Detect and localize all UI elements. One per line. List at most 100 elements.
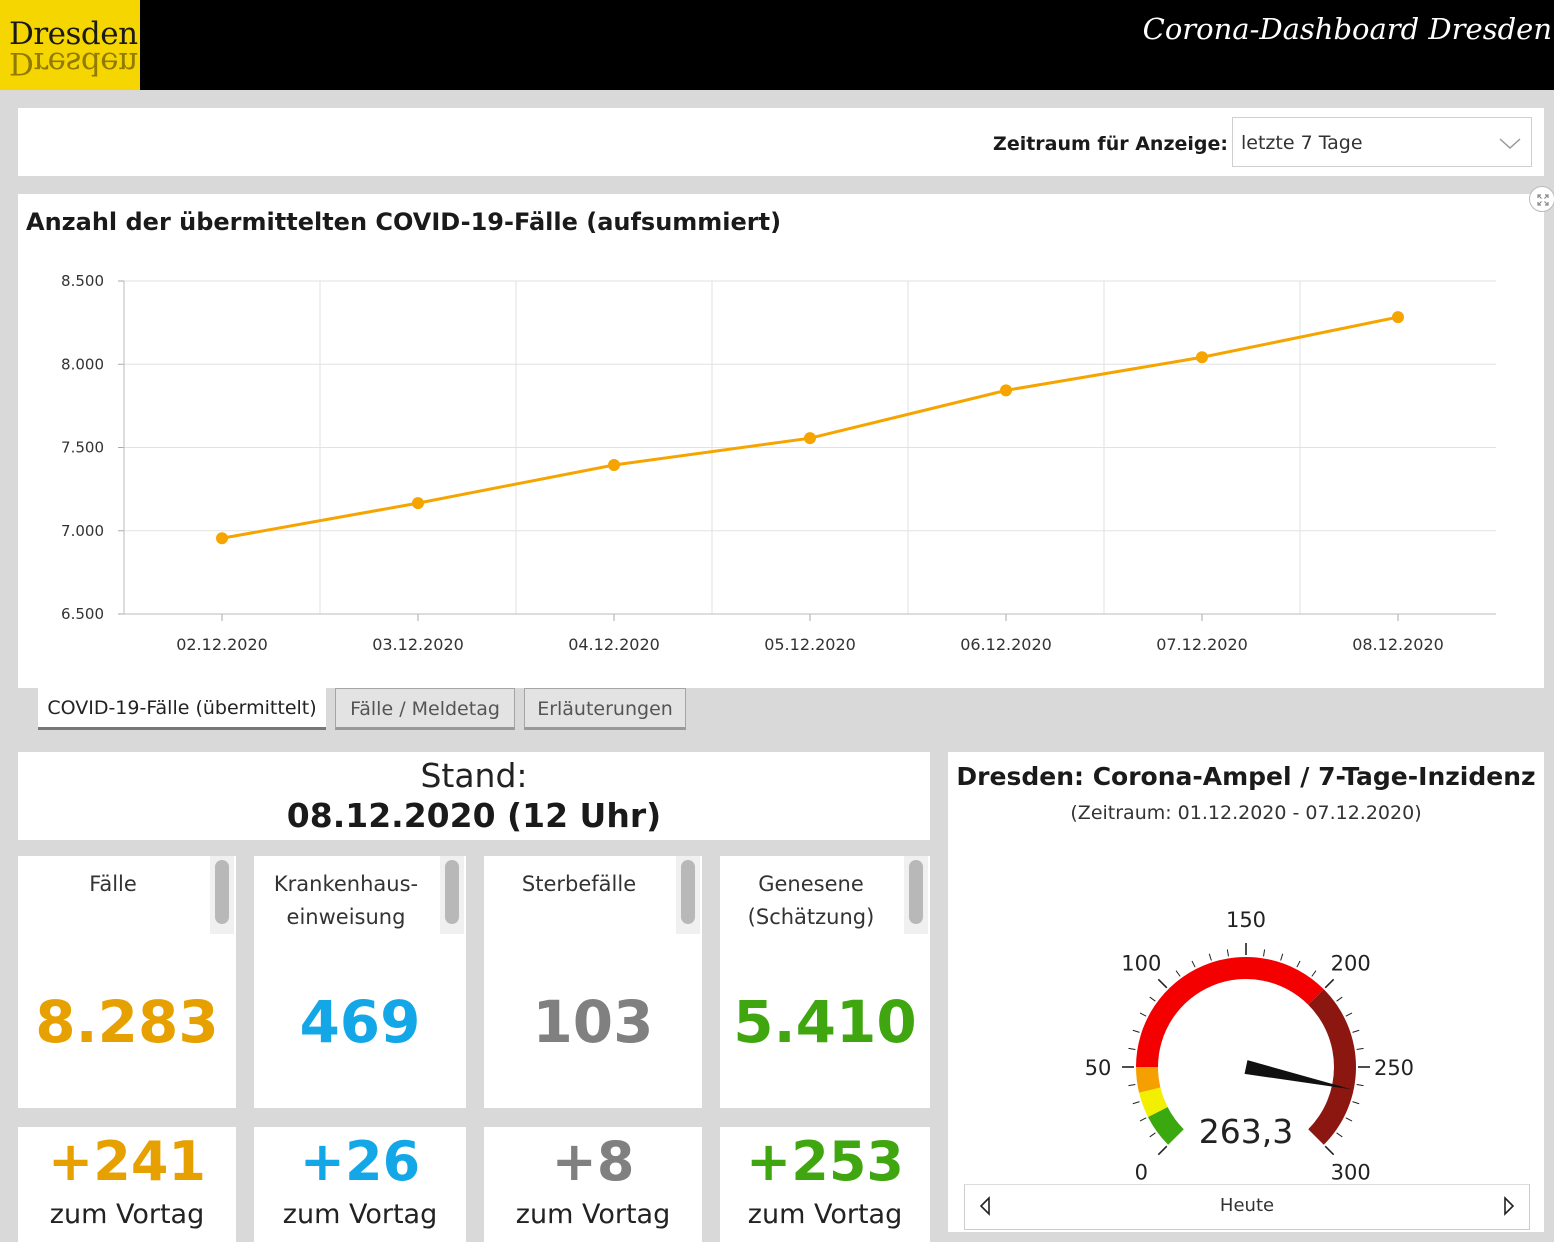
- x-tick-label: 07.12.2020: [1156, 635, 1248, 654]
- kpi-label: Fälle: [89, 872, 137, 896]
- kpi-card-recovered: Genesene (Schätzung) 5.410: [720, 856, 930, 1108]
- gauge-band: [1136, 957, 1324, 1067]
- kpi-value: 103: [532, 988, 654, 1056]
- gauge-tick-label: 150: [1226, 908, 1266, 932]
- gauge-tick: [1345, 1117, 1353, 1122]
- kpi-label: Sterbefälle: [521, 872, 637, 896]
- data-point: [216, 532, 228, 545]
- status-label: Stand:: [420, 756, 528, 795]
- kpi-value: 8.283: [35, 988, 219, 1056]
- x-tick-label: 08.12.2020: [1352, 635, 1444, 654]
- next-arrow-icon[interactable]: [1503, 1196, 1515, 1216]
- kpi-label: Genesene (Schätzung): [747, 872, 875, 929]
- gauge-tick: [1280, 953, 1284, 961]
- tab-explanations[interactable]: Erläuterungen: [524, 688, 686, 730]
- gauge-tick: [1132, 1029, 1140, 1033]
- x-tick-label: 03.12.2020: [372, 635, 464, 654]
- gauge-tick: [1128, 1084, 1136, 1087]
- gauge-tick: [1157, 978, 1168, 989]
- y-tick-label: 6.500: [61, 605, 104, 623]
- data-point: [804, 432, 816, 445]
- gauge-tick: [1226, 949, 1229, 957]
- gauge-tick: [1175, 970, 1181, 977]
- gauge-tick: [1336, 1132, 1343, 1138]
- tab-cases-per-day[interactable]: Fälle / Meldetag: [335, 688, 515, 730]
- gauge-tick: [1128, 1047, 1136, 1050]
- filter-panel: Zeitraum für Anzeige: letzte 7 Tage: [18, 108, 1544, 176]
- series-line: [221, 315, 1399, 540]
- gauge-tick: [1356, 1084, 1364, 1087]
- expand-button[interactable]: [1529, 186, 1554, 212]
- kpi-value: 5.410: [733, 988, 917, 1056]
- delta-label: zum Vortag: [282, 1199, 438, 1230]
- gauge-tick: [1149, 996, 1156, 1002]
- expand-icon: [1537, 194, 1549, 206]
- gauge-tick: [1132, 1101, 1140, 1105]
- incidence-gauge-panel: Dresden: Corona-Ampel / 7-Tage-Inzidenz …: [948, 752, 1544, 1232]
- cases-line-chart: 6.500 7.000 7.500 8.000 8.500 02.12.2020 03.12…: [61, 272, 1496, 654]
- status-panel: Stand: 08.12.2020 (12 Uhr): [18, 752, 930, 840]
- data-point: [1000, 384, 1012, 397]
- delta-card-hospital: +26 zum Vortag: [254, 1127, 466, 1242]
- delta-value: +8: [551, 1130, 635, 1193]
- gauge-tick-label: 50: [1085, 1056, 1112, 1080]
- delta-value: +253: [746, 1130, 904, 1193]
- delta-card-deaths: +8 zum Vortag: [484, 1127, 702, 1242]
- kpi-scrollbar[interactable]: [440, 856, 464, 934]
- kpi-card-hospital: Krankenhaus-einweisung 469: [254, 856, 466, 1108]
- x-tick-label: 05.12.2020: [764, 635, 856, 654]
- x-tick-label: 04.12.2020: [568, 635, 660, 654]
- gauge-tick: [1352, 1029, 1360, 1033]
- data-point: [608, 458, 620, 471]
- gauge-tick: [1263, 949, 1266, 957]
- kpi-value: 469: [299, 988, 421, 1056]
- gauge-tick-label: 0: [1135, 1161, 1148, 1182]
- chevron-down-icon: [1499, 138, 1521, 150]
- data-point: [412, 497, 424, 510]
- gauge-tick: [1139, 1012, 1147, 1017]
- gauge-tick-label: 100: [1121, 951, 1161, 975]
- delta-label: zum Vortag: [515, 1199, 671, 1230]
- x-tick-label: 02.12.2020: [176, 635, 268, 654]
- gauge-tick: [1336, 996, 1343, 1002]
- kpi-scrollbar[interactable]: [676, 856, 700, 934]
- dresden-logo[interactable]: Dresden. Dresden.: [0, 0, 140, 90]
- kpi-scrollbar[interactable]: [904, 856, 928, 934]
- gauge-tick: [1311, 970, 1317, 977]
- delta-card-cases: +241 zum Vortag: [18, 1127, 236, 1242]
- delta-label: zum Vortag: [747, 1199, 903, 1230]
- tab-covid-cases[interactable]: COVID-19-Fälle (übermittelt): [38, 688, 326, 730]
- gauge-tick-label: 250: [1374, 1056, 1414, 1080]
- delta-value: +241: [48, 1130, 206, 1193]
- gauge-tick: [1157, 1145, 1168, 1156]
- y-tick-label: 8.500: [61, 272, 104, 290]
- kpi-card-deaths: Sterbefälle 103: [484, 856, 702, 1108]
- period-select[interactable]: letzte 7 Tage: [1232, 117, 1532, 167]
- kpi-scrollbar[interactable]: [210, 856, 234, 934]
- delta-value: +26: [299, 1130, 421, 1193]
- gauge-tick: [1139, 1117, 1147, 1122]
- delta-label: zum Vortag: [49, 1199, 205, 1230]
- gauge-band: [1308, 989, 1356, 1145]
- status-date: 08.12.2020 (12 Uhr): [286, 796, 662, 835]
- y-tick-label: 8.000: [61, 355, 104, 373]
- cases-chart-panel: Anzahl der übermittelten COVID-19-Fälle …: [18, 194, 1544, 688]
- gauge-value: 263,3: [1199, 1112, 1293, 1151]
- data-point: [1196, 351, 1208, 364]
- logo-reflection: Dresden.: [9, 45, 140, 81]
- app-title: Corona-Dashboard Dresden: [1142, 12, 1552, 46]
- incidence-gauge: 0 50 100 150 200 250 300 263,3: [1085, 908, 1414, 1182]
- gauge-tick: [1356, 1047, 1364, 1050]
- y-tick-label: 7.000: [61, 522, 104, 540]
- y-tick-label: 7.500: [61, 439, 104, 457]
- gauge-tick-label: 200: [1331, 951, 1371, 975]
- x-tick-label: 06.12.2020: [960, 635, 1052, 654]
- data-point: [1392, 311, 1404, 324]
- gauge-tick: [1345, 1012, 1353, 1017]
- delta-card-recovered: +253 zum Vortag: [720, 1127, 930, 1242]
- gauge-tick: [1324, 1145, 1335, 1156]
- gauge-tick: [1191, 960, 1196, 968]
- header-bar: Dresden. Dresden. Corona-Dashboard Dresd…: [0, 0, 1554, 90]
- period-select-value: letzte 7 Tage: [1241, 132, 1363, 154]
- gauge-tick: [1324, 978, 1335, 989]
